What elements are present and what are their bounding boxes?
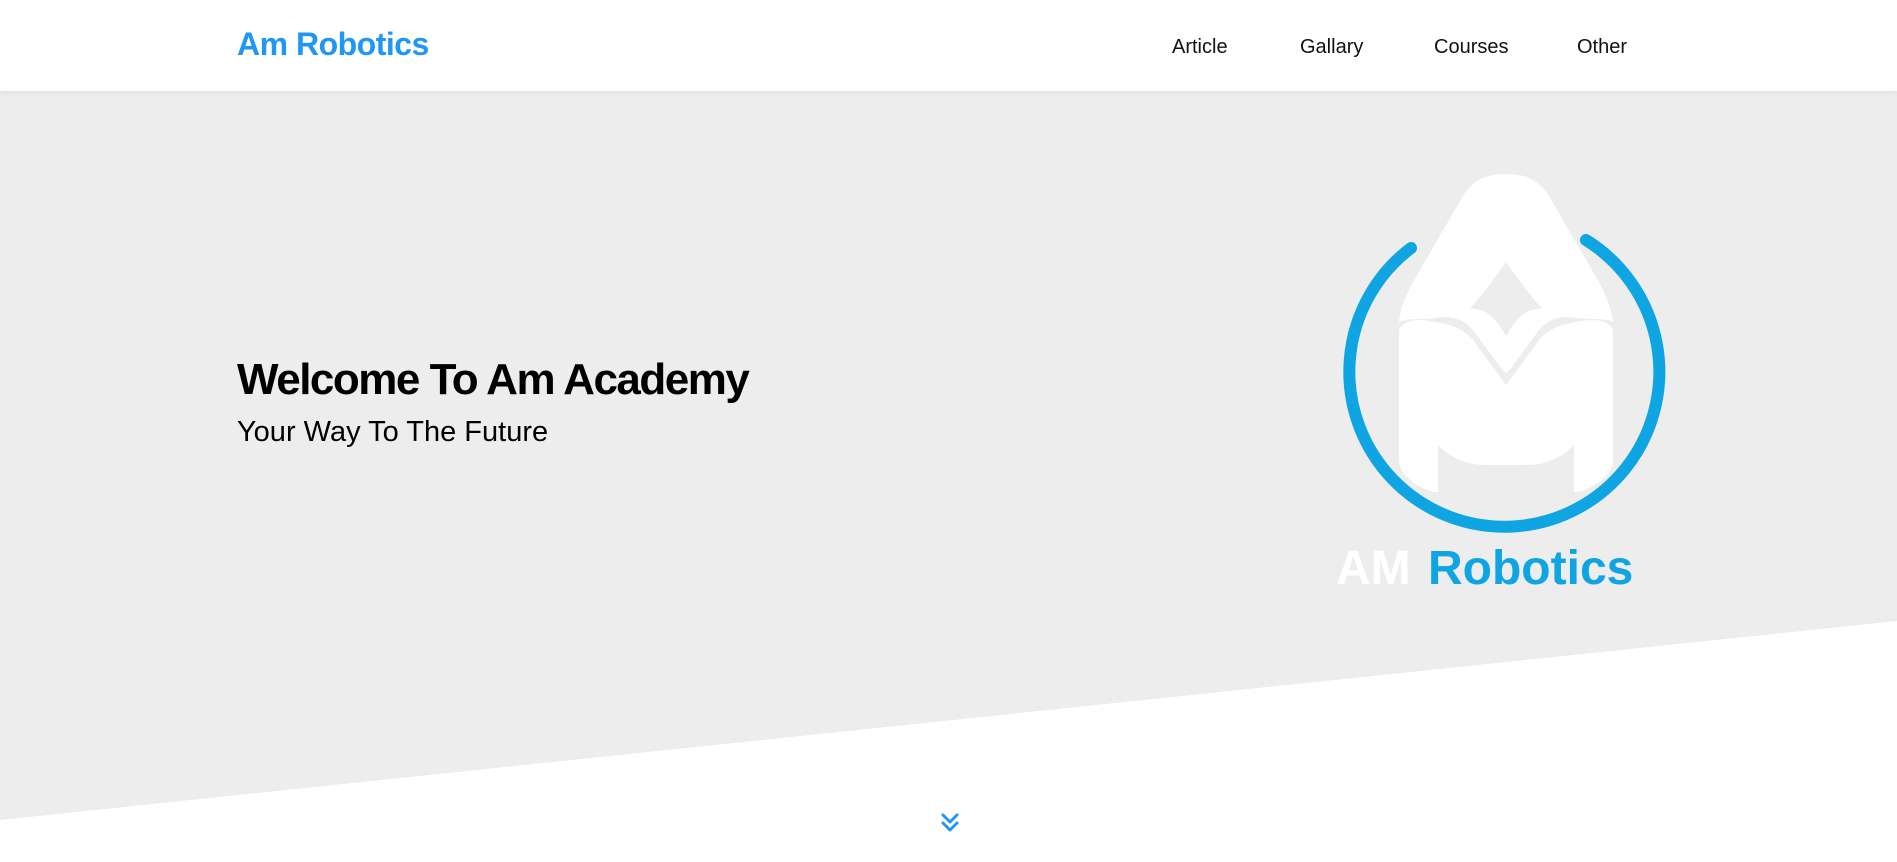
logo-text-am: AM bbox=[1336, 542, 1411, 595]
hero-title: Welcome To Am Academy bbox=[237, 355, 750, 404]
nav-link-courses[interactable]: Courses bbox=[1434, 36, 1508, 59]
brand-logo-text[interactable]: Am Robotics bbox=[237, 26, 429, 63]
am-robotics-logo: AM Robotics bbox=[1336, 170, 1676, 610]
scroll-down-button[interactable] bbox=[937, 811, 963, 835]
nav-link-gallary[interactable]: Gallary bbox=[1300, 36, 1363, 59]
logo-text-robotics: Robotics bbox=[1428, 542, 1633, 595]
nav-link-other[interactable]: Other bbox=[1577, 36, 1627, 59]
hero-subtitle: Your Way To The Future bbox=[237, 416, 549, 448]
robot-logo-icon: AM Robotics bbox=[1336, 174, 1666, 595]
double-chevron-down-icon bbox=[941, 813, 959, 832]
nav-link-article[interactable]: Article bbox=[1172, 36, 1228, 59]
site-header: Am Robotics Article Gallary Courses Othe… bbox=[0, 0, 1897, 91]
